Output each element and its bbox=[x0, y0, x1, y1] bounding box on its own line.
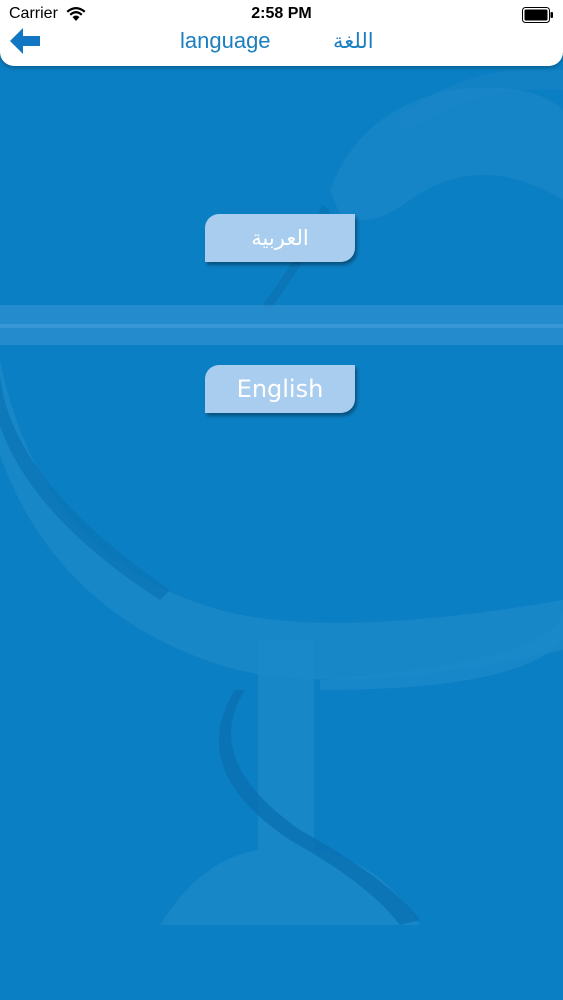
navigation-bar: Carrier 2:58 PM language اللغة bbox=[0, 0, 563, 66]
page-title-english: language bbox=[180, 28, 271, 53]
divider-line bbox=[0, 324, 563, 328]
english-language-button[interactable]: English bbox=[205, 365, 355, 413]
page-title-arabic: اللغة bbox=[333, 29, 374, 53]
english-language-label: English bbox=[236, 375, 324, 403]
arabic-language-label: العربية bbox=[251, 226, 309, 250]
back-arrow-icon[interactable] bbox=[10, 28, 42, 54]
status-time: 2:58 PM bbox=[251, 5, 312, 22]
arabic-language-button[interactable]: العربية bbox=[205, 214, 355, 262]
pharmacy-emblem-background bbox=[0, 68, 563, 925]
battery-icon bbox=[522, 7, 553, 23]
language-screen: Carrier 2:58 PM language اللغة العربية E… bbox=[0, 0, 563, 1000]
status-bar: Carrier 2:58 PM bbox=[0, 0, 563, 30]
